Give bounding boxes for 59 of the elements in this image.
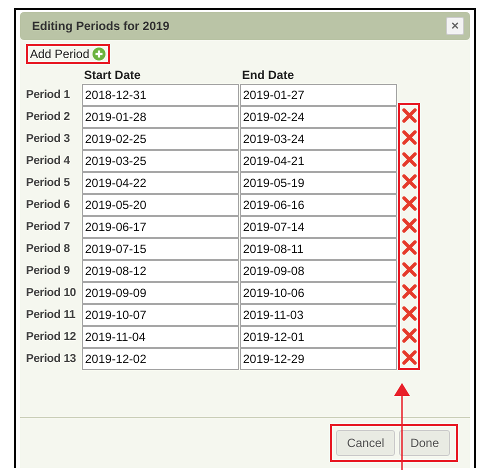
delete-icon[interactable] <box>402 152 416 168</box>
delete-icon[interactable] <box>402 284 416 299</box>
period-label: Period 7 <box>26 221 71 233</box>
start-date-field[interactable]: 2019-07-15 <box>82 238 239 260</box>
period-label: Period 6 <box>26 199 71 211</box>
end-date-field[interactable]: 2019-10-06 <box>240 282 397 304</box>
end-date-field[interactable]: 2019-09-08 <box>240 260 397 282</box>
period-label: Period 9 <box>26 265 71 277</box>
period-label: Period 11 <box>26 309 76 321</box>
end-date-field[interactable]: 2019-04-21 <box>240 150 397 172</box>
end-date-field[interactable]: 2019-12-01 <box>240 326 397 348</box>
start-date-field[interactable]: 2019-09-09 <box>82 282 239 304</box>
end-date-field[interactable]: 2019-07-14 <box>240 216 397 238</box>
delete-icon[interactable] <box>402 174 416 190</box>
end-date-field[interactable]: 2019-02-24 <box>240 106 397 128</box>
delete-icon[interactable] <box>402 350 416 365</box>
delete-icon[interactable] <box>402 130 416 146</box>
start-date-field[interactable]: 2019-12-02 <box>82 348 239 370</box>
period-label: Period 1 <box>26 89 71 101</box>
end-date-field[interactable]: 2019-03-24 <box>240 128 397 150</box>
close-button[interactable]: × <box>446 17 464 35</box>
add-icon <box>92 47 106 61</box>
start-date-field[interactable]: 2019-06-17 <box>82 216 239 238</box>
done-button[interactable]: Done <box>399 430 450 456</box>
period-label: Period 12 <box>26 331 77 343</box>
column-header: End Date <box>241 68 296 84</box>
start-date-field[interactable]: 2019-11-04 <box>82 326 239 348</box>
period-label: Period 2 <box>26 111 71 123</box>
delete-icon[interactable] <box>402 240 416 255</box>
end-date-field[interactable]: 2019-08-11 <box>240 238 397 260</box>
start-date-field[interactable]: 2019-03-25 <box>82 150 239 172</box>
period-label: Period 10 <box>26 287 77 299</box>
start-date-field[interactable]: 2019-08-12 <box>82 260 239 282</box>
start-date-field[interactable]: 2019-02-25 <box>82 128 239 150</box>
start-date-field[interactable]: 2019-04-22 <box>82 172 239 194</box>
period-label: Period 5 <box>26 177 71 189</box>
delete-icon[interactable] <box>402 196 416 212</box>
end-date-field[interactable]: 2019-05-19 <box>240 172 397 194</box>
delete-icon[interactable] <box>402 108 416 124</box>
end-date-field[interactable]: 2019-11-03 <box>240 304 397 326</box>
end-date-field[interactable]: 2019-12-29 <box>240 348 397 370</box>
start-date-field[interactable]: 2018-12-31 <box>82 84 239 106</box>
add-period-link[interactable]: Add Period <box>28 46 108 62</box>
start-date-field[interactable]: 2019-01-28 <box>82 106 239 128</box>
end-date-field[interactable]: 2019-06-16 <box>240 194 397 216</box>
cancel-button[interactable]: Cancel <box>336 430 396 456</box>
delete-icon[interactable] <box>402 328 416 343</box>
start-date-field[interactable]: 2019-05-20 <box>82 194 239 216</box>
delete-icon[interactable] <box>402 262 416 277</box>
period-label: Period 3 <box>26 133 71 145</box>
start-date-field[interactable]: 2019-10-07 <box>82 304 239 326</box>
end-date-field[interactable]: 2019-01-27 <box>240 84 397 106</box>
column-header: Start Date <box>83 68 142 84</box>
period-label: Period 13 <box>26 353 77 365</box>
window-title: Editing Periods for 2019 <box>32 19 170 33</box>
delete-icon[interactable] <box>402 306 416 321</box>
period-label: Period 8 <box>26 243 71 255</box>
period-label: Period 4 <box>26 155 71 167</box>
delete-icon[interactable] <box>402 218 416 234</box>
